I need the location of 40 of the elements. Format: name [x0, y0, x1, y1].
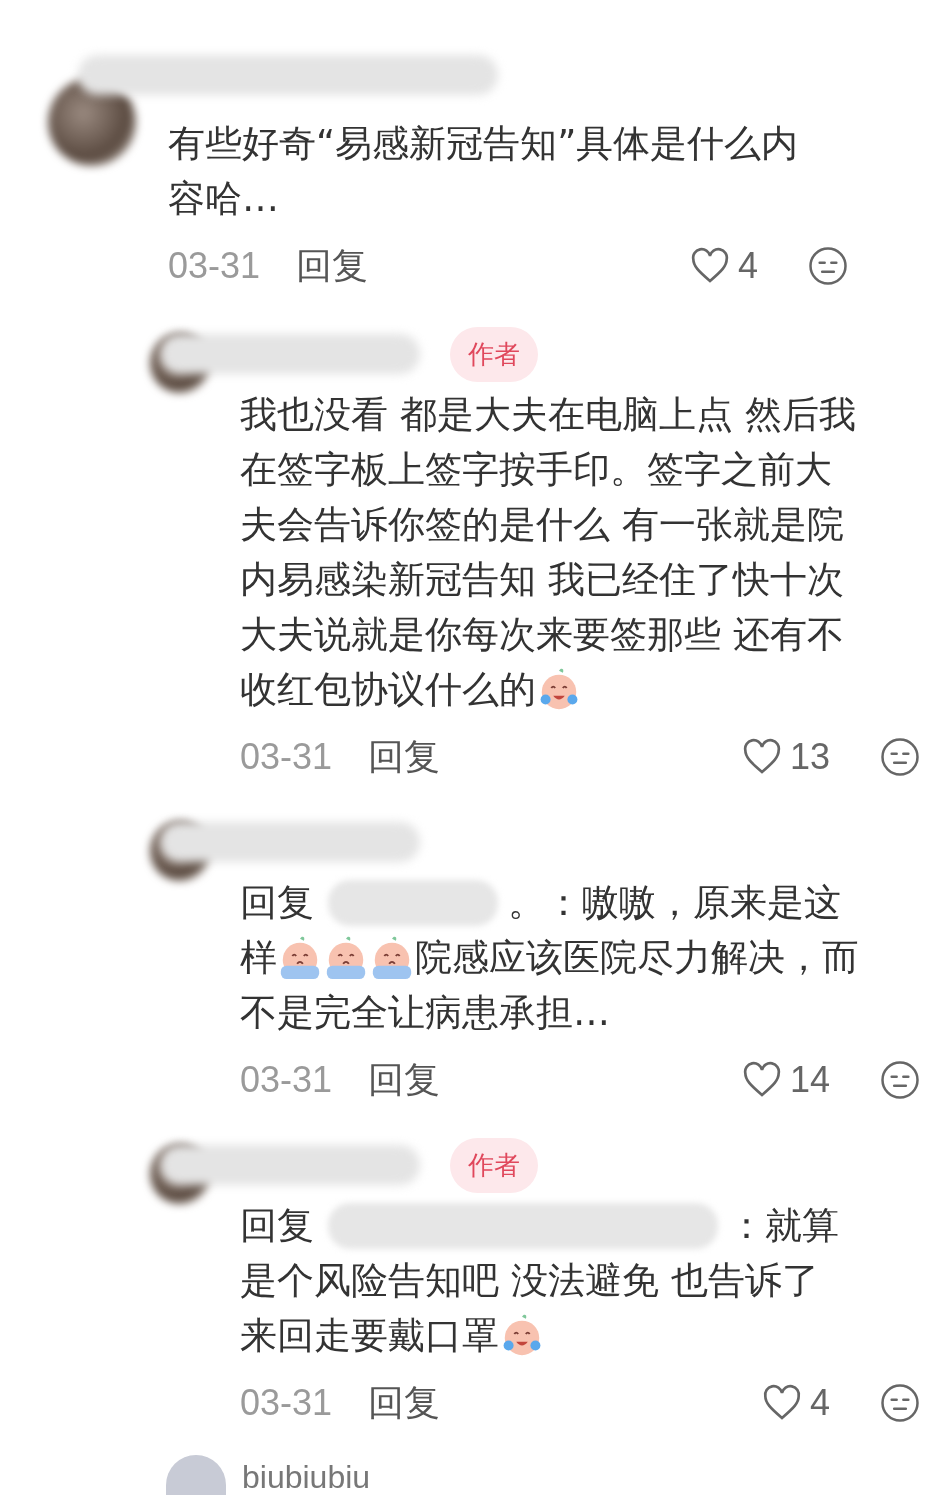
author-badge: 作者	[450, 326, 538, 382]
neutral-face-icon[interactable]	[808, 246, 848, 286]
comment-text: 来回走要戴口罩	[240, 1313, 499, 1359]
comment-text: 有些好奇“易感新冠告知”具体是什么内	[168, 121, 799, 167]
comment-text: 回复	[240, 880, 314, 926]
comment-text: 大夫说就是你每次来要签那些 还有不	[240, 612, 844, 658]
comment-text: ：就算	[728, 1203, 839, 1249]
comment-text: 内易感染新冠告知 我已经住了快十次	[240, 557, 844, 603]
like-count: 14	[789, 1059, 830, 1101]
comment-date: 03-31	[240, 1382, 333, 1424]
reply-button[interactable]: 回复	[368, 1055, 441, 1105]
comment-text: 样	[240, 935, 277, 981]
heart-icon[interactable]	[761, 1384, 802, 1422]
username[interactable]: biubiubiu	[242, 1459, 371, 1495]
neutral-face-icon[interactable]	[880, 1060, 920, 1100]
comment-text: 回复	[240, 1203, 314, 1249]
like-count: 4	[737, 245, 758, 287]
like-count: 13	[789, 736, 830, 778]
comment-text: 在签字板上签字按手印。签字之前大	[240, 447, 832, 493]
comment-text: 夫会告诉你签的是什么 有一张就是院	[240, 502, 844, 548]
heart-icon[interactable]	[741, 1061, 782, 1099]
comment-text: 不是完全让病患承担…	[240, 990, 610, 1036]
author-badge: 作者	[450, 1137, 538, 1193]
comment-text: 收红包协议什么的	[240, 667, 536, 713]
neutral-face-icon[interactable]	[880, 1383, 920, 1423]
comment-date: 03-31	[168, 245, 261, 287]
comment-date: 03-31	[240, 736, 333, 778]
reply-button[interactable]: 回复	[368, 1378, 441, 1428]
heart-icon[interactable]	[741, 738, 782, 776]
comment-text: 容哈…	[168, 176, 279, 222]
comment-text: 院感应该医院尽力解决，而	[415, 935, 859, 981]
comment-date: 03-31	[240, 1059, 333, 1101]
comment-text: 。：嗷嗷，原来是这	[508, 880, 841, 926]
reply-button[interactable]: 回复	[296, 241, 369, 291]
reply-button[interactable]: 回复	[368, 732, 441, 782]
neutral-face-icon[interactable]	[880, 737, 920, 777]
like-count: 4	[809, 1382, 830, 1424]
comment-text: 是个风险告知吧 没法避免 也告诉了	[240, 1258, 819, 1304]
comment-text: 我也没看 都是大夫在电脑上点 然后我	[240, 392, 856, 438]
heart-icon[interactable]	[689, 247, 730, 285]
